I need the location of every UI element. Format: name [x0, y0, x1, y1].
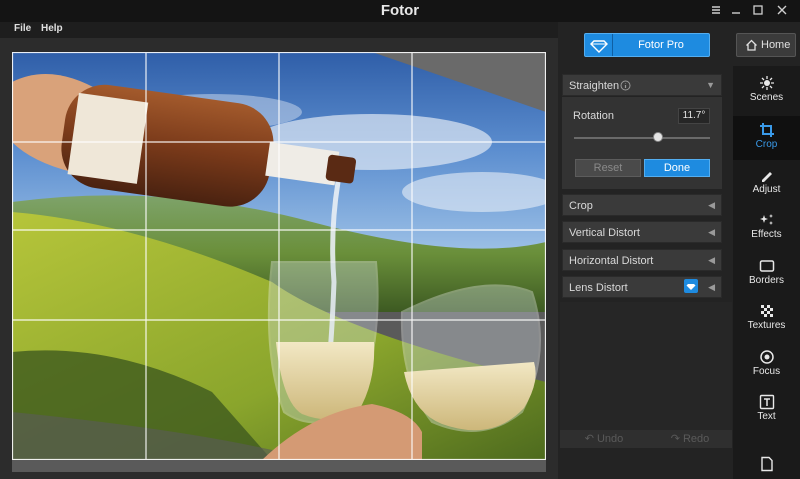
page-icon	[760, 456, 773, 472]
text-icon	[759, 394, 774, 410]
section-horizontal-distort-label: Horizontal Distort	[569, 255, 654, 267]
reset-button[interactable]: Reset	[575, 159, 641, 177]
rotation-value-field[interactable]: 11.7°	[678, 108, 710, 124]
tool-effects-label: Effects	[751, 229, 782, 240]
app-title: Fotor	[380, 2, 420, 19]
maximize-icon[interactable]	[748, 3, 768, 19]
borders-icon	[759, 260, 774, 272]
scenes-icon	[759, 76, 774, 90]
tool-focus-label: Focus	[752, 366, 781, 377]
tool-page[interactable]	[733, 450, 800, 479]
tool-focus[interactable]: Focus	[733, 343, 800, 387]
close-icon[interactable]	[772, 3, 792, 19]
info-icon[interactable]	[620, 80, 631, 91]
chevron-left-icon: ◀	[708, 255, 715, 265]
redo-button[interactable]: ↷ Redo	[648, 432, 732, 446]
tool-crop-label: Crop	[755, 139, 778, 150]
minimize-icon[interactable]	[726, 3, 746, 19]
tool-textures-label: Textures	[747, 320, 786, 331]
menu-bar: File Help	[0, 22, 558, 38]
section-lens-distort[interactable]: Lens Distort ◀	[562, 276, 722, 298]
effects-icon	[759, 214, 773, 225]
pro-diamond-icon	[684, 279, 698, 293]
panel-empty-area	[560, 302, 732, 430]
straighten-title: Straighten	[569, 80, 620, 92]
tool-adjust-label: Adjust	[752, 184, 781, 195]
redo-label: Redo	[682, 433, 710, 445]
crop-icon	[759, 123, 774, 137]
undo-label: Undo	[596, 433, 624, 445]
tool-text[interactable]: Text	[733, 388, 800, 432]
focus-icon	[759, 350, 774, 364]
section-lens-distort-label: Lens Distort	[569, 282, 628, 294]
menu-file[interactable]: File	[14, 23, 31, 34]
section-vertical-distort[interactable]: Vertical Distort ◀	[562, 221, 722, 243]
tool-scenes-label: Scenes	[749, 92, 784, 103]
section-vertical-distort-label: Vertical Distort	[569, 227, 640, 239]
tool-borders[interactable]: Borders	[733, 252, 800, 296]
section-crop-label: Crop	[569, 200, 593, 212]
tool-text-label: Text	[757, 411, 776, 422]
title-bar: Fotor	[0, 0, 800, 22]
section-horizontal-distort[interactable]: Horizontal Distort ◀	[562, 249, 722, 271]
section-crop[interactable]: Crop ◀	[562, 194, 722, 216]
textures-icon	[760, 305, 773, 317]
chevron-down-icon: ▼	[706, 80, 715, 90]
undo-icon: ↶	[584, 433, 597, 445]
menu-help[interactable]: Help	[41, 23, 63, 34]
tool-scenes[interactable]: Scenes	[733, 69, 800, 113]
photo-canvas[interactable]	[12, 52, 546, 460]
home-label: Home	[761, 39, 791, 51]
chevron-left-icon: ◀	[708, 282, 715, 292]
tool-textures[interactable]: Textures	[733, 297, 800, 341]
home-icon	[746, 39, 757, 51]
section-straighten[interactable]: Straighten ▼	[562, 74, 722, 96]
menu-icon[interactable]	[706, 3, 726, 19]
done-button[interactable]: Done	[644, 159, 710, 177]
adjust-icon	[761, 172, 772, 182]
fotor-pro-label: Fotor Pro	[638, 39, 684, 51]
fotor-pro-button[interactable]: Fotor Pro	[584, 33, 710, 57]
tool-crop[interactable]: Crop	[733, 116, 800, 160]
rotation-label: Rotation	[573, 110, 614, 122]
chevron-left-icon: ◀	[708, 227, 715, 237]
diamond-icon	[585, 34, 613, 56]
tool-adjust[interactable]: Adjust	[733, 161, 800, 205]
redo-icon: ↷	[670, 433, 683, 445]
rotation-slider-track[interactable]	[574, 137, 710, 139]
tool-borders-label: Borders	[748, 275, 784, 286]
tool-effects[interactable]: Effects	[733, 206, 800, 250]
undo-button[interactable]: ↶ Undo	[562, 432, 646, 446]
home-button[interactable]: Home	[736, 33, 796, 57]
chevron-left-icon: ◀	[708, 200, 715, 210]
